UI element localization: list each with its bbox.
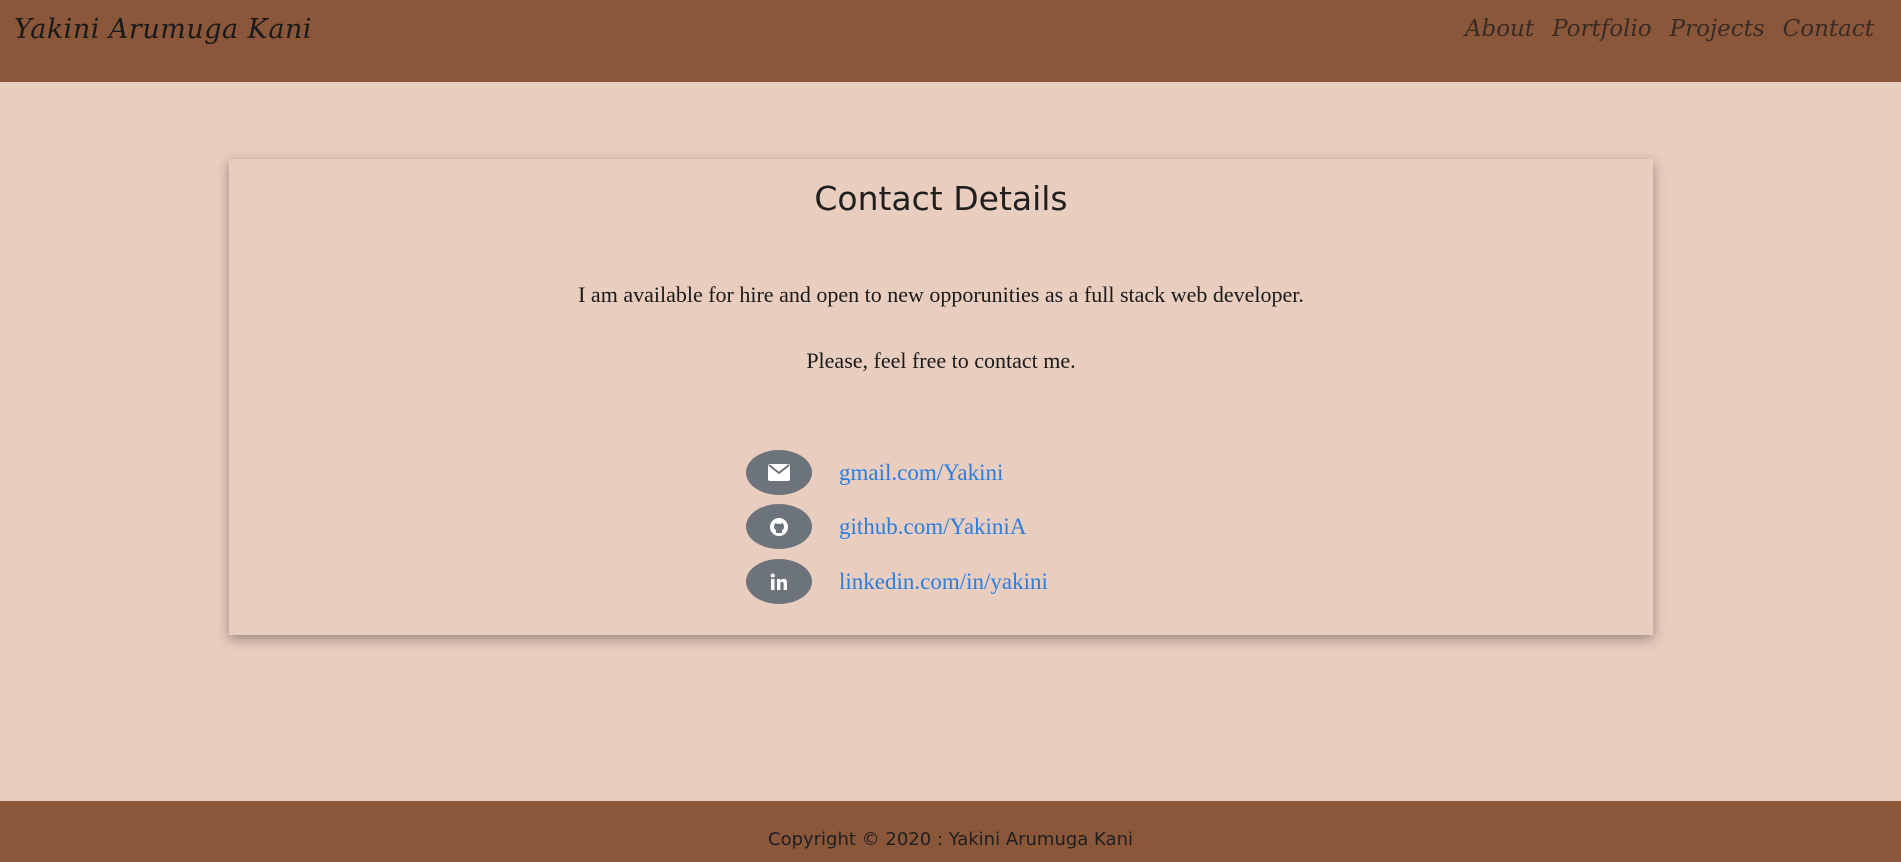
linkedin-icon[interactable] — [746, 559, 812, 604]
linkedin-link[interactable]: linkedin.com/in/yakini — [839, 569, 1048, 595]
copyright-text: Copyright © 2020 : Yakini Arumuga Kani — [768, 829, 1133, 850]
contact-invite-text: Please, feel free to contact me. — [806, 348, 1076, 373]
github-link[interactable]: github.com/YakiniA — [839, 514, 1026, 540]
site-header: Yakini Arumuga Kani About Portfolio Proj… — [0, 0, 1901, 82]
email-link[interactable]: gmail.com/Yakini — [839, 460, 1003, 486]
contact-card: Contact Details I am available for hire … — [229, 159, 1653, 635]
nav-portfolio[interactable]: Portfolio — [1552, 16, 1652, 42]
nav-about[interactable]: About — [1465, 16, 1534, 42]
availability-text: I am available for hire and open to new … — [578, 282, 1304, 307]
brand-logo[interactable]: Yakini Arumuga Kani — [14, 14, 312, 45]
contact-row-email: gmail.com/Yakini — [746, 450, 1003, 495]
nav-contact[interactable]: Contact — [1783, 16, 1874, 42]
nav-projects[interactable]: Projects — [1670, 16, 1765, 42]
main-nav: About Portfolio Projects Contact — [1465, 16, 1874, 42]
contact-title: Contact Details — [814, 179, 1068, 218]
contact-row-linkedin: linkedin.com/in/yakini — [746, 559, 1048, 604]
envelope-icon[interactable] — [746, 450, 812, 495]
site-footer: Copyright © 2020 : Yakini Arumuga Kani — [0, 801, 1901, 862]
github-icon[interactable] — [746, 504, 812, 549]
contact-row-github: github.com/YakiniA — [746, 504, 1026, 549]
